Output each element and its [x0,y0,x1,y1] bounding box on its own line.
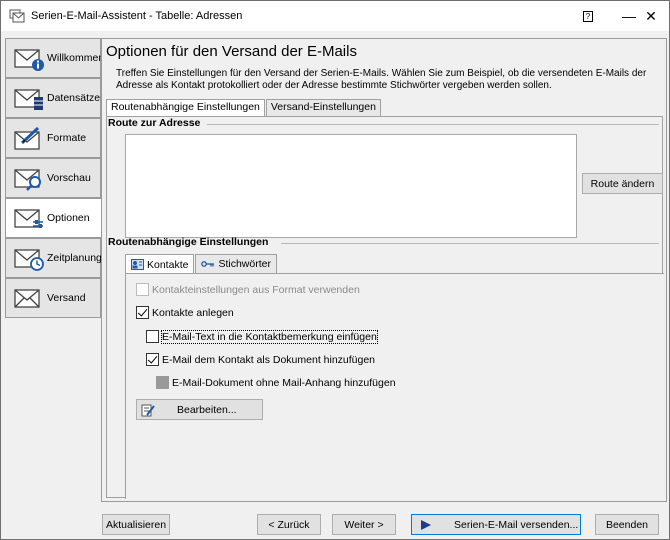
kontakte-panel: Kontakteinstellungen aus Format verwende… [125,273,664,499]
envelope-table-icon [14,89,43,110]
sidebar-item-willkommen[interactable]: Willkommen [5,38,105,78]
route-settings-title: Routenabhängige Einstellungen [108,236,269,248]
inner-tabbar: Kontakte Stichwörter [125,254,278,274]
tab-stichwoerter-label: Stichwörter [218,258,271,270]
checkbox[interactable] [146,330,159,343]
next-button[interactable]: Weiter > [332,514,396,535]
title-bar: Serien-E-Mail-Assistent - Tabelle: Adres… [1,1,669,31]
sidebar-item-optionen[interactable]: Optionen [5,198,102,238]
option-email-text-in-kontaktbemerkung[interactable]: E-Mail-Text in die Kontaktbemerkung einf… [146,329,378,344]
wizard-steps-sidebar: Willkommen Datensätze Formate Vorschau O… [5,38,105,318]
envelope-pen-icon [14,127,40,150]
envelope-info-icon [14,49,44,71]
checkbox[interactable] [136,306,149,319]
option-label: E-Mail dem Kontakt als Dokument hinzufüg… [162,353,376,366]
tab-kontakte-label: Kontakte [147,258,189,271]
sidebar-item-versand[interactable]: Versand [5,278,101,318]
close-button[interactable]: ✕ [633,1,669,31]
checkbox[interactable] [146,353,159,366]
sidebar-item-label: Versand [47,292,86,304]
sidebar-item-datensaetze[interactable]: Datensätze [5,78,101,118]
sidebar-item-label: Willkommen [47,52,105,64]
sidebar-item-label: Datensätze [47,92,101,104]
route-display-box[interactable] [125,134,577,238]
beenden-button[interactable]: Beenden [595,514,659,535]
tab-routenabhaengige-einstellungen[interactable]: Routenabhängige Einstellungen [106,99,265,117]
option-label: E-Mail-Dokument ohne Mail-Anhang hinzufü… [172,376,396,389]
envelope-send-icon [14,289,40,308]
back-button[interactable]: < Zurück [257,514,321,535]
sidebar-item-vorschau[interactable]: Vorschau [5,158,101,198]
route-settings-panel: Route zur Adresse Route ändern Routenabh… [106,116,664,499]
sidebar-item-zeitplanung[interactable]: Zeitplanung [5,238,102,278]
contacts-icon [131,259,144,270]
mail-merge-app-icon [9,9,25,23]
sidebar-item-label: Vorschau [47,172,91,184]
aktualisieren-button[interactable]: Aktualisieren [102,514,170,535]
sidebar-item-label: Zeitplanung [47,252,102,264]
help-icon: ? [583,10,593,22]
page-description: Treffen Sie Einstellungen für den Versan… [116,68,647,91]
options-tabbar: Routenabhängige Einstellungen Versand-Ei… [106,99,382,117]
tab-kontakte[interactable]: Kontakte [125,254,195,274]
route-group-title: Route zur Adresse [108,117,201,129]
envelope-magnifier-icon [14,169,41,191]
checkbox[interactable] [136,283,149,296]
play-icon [421,519,431,530]
options-page: Optionen für den Versand der E-Mails Tre… [101,38,667,502]
option-label: Kontakte anlegen [152,306,234,319]
option-kontakte-anlegen[interactable]: Kontakte anlegen [136,306,234,319]
sidebar-item-label: Formate [47,132,87,144]
option-email-als-dokument[interactable]: E-Mail dem Kontakt als Dokument hinzufüg… [146,353,375,366]
wizard-window: Serien-E-Mail-Assistent - Tabelle: Adres… [0,0,670,540]
help-button[interactable]: ? [568,1,608,31]
send-label: Serien-E-Mail versenden... [454,518,579,531]
close-icon: ✕ [645,7,657,24]
sidebar-item-formate[interactable]: Formate [5,118,101,158]
sidebar-item-label: Optionen [47,212,90,224]
option-label: Kontakteinstellungen aus Format verwende… [152,283,360,296]
tab-versand-einstellungen[interactable]: Versand-Einstellungen [265,99,381,116]
serien-email-versenden-button[interactable]: Serien-E-Mail versenden... [411,514,581,535]
checkbox[interactable] [156,376,169,389]
route-aendern-button[interactable]: Route ändern [582,173,663,194]
window-title: Serien-E-Mail-Assistent - Tabelle: Adres… [31,10,243,22]
envelope-options-icon [14,209,43,228]
bearbeiten-button[interactable]: Bearbeiten... [136,399,263,420]
bearbeiten-label: Bearbeiten... [177,403,237,416]
key-icon [201,261,215,267]
option-email-dokument-ohne-anhang[interactable]: E-Mail-Dokument ohne Mail-Anhang hinzufü… [156,376,396,389]
envelope-clock-icon [14,249,44,271]
group-divider [207,124,659,125]
group-divider [281,243,659,244]
page-title: Optionen für den Versand der E-Mails [106,43,357,60]
option-kontakteinstellungen-aus-format[interactable]: Kontakteinstellungen aus Format verwende… [136,283,360,296]
tab-stichwoerter[interactable]: Stichwörter [195,254,277,273]
option-label: E-Mail-Text in die Kontaktbemerkung einf… [161,329,378,344]
edit-icon [141,404,155,416]
